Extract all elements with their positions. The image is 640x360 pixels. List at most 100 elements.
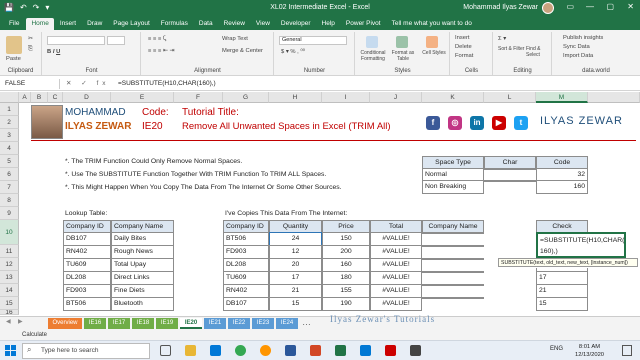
- lookup-cell[interactable]: Daily Bites: [111, 232, 174, 246]
- merge-center-button[interactable]: Merge & Center: [222, 48, 263, 54]
- cell-styles-button[interactable]: Cell Styles: [419, 50, 449, 56]
- copied-cell[interactable]: 155: [322, 284, 370, 298]
- user-name[interactable]: Mohammad Ilyas Zewar: [463, 4, 538, 11]
- paste-icon[interactable]: [6, 36, 22, 54]
- tab-formulas[interactable]: Formulas: [156, 18, 193, 30]
- lookup-cell[interactable]: Total Upay: [111, 258, 174, 272]
- name-box[interactable]: FALSE: [2, 79, 60, 89]
- col-j[interactable]: J: [370, 92, 422, 103]
- copied-cell[interactable]: 150: [322, 232, 370, 246]
- app-icon[interactable]: [410, 345, 421, 356]
- row-11[interactable]: 11: [0, 245, 19, 258]
- row-7[interactable]: 7: [0, 181, 19, 194]
- linkedin-icon[interactable]: in: [470, 116, 484, 130]
- notifications-icon[interactable]: [622, 345, 632, 356]
- firefox-icon[interactable]: [260, 345, 271, 356]
- word-icon[interactable]: [285, 345, 296, 356]
- task-view-icon[interactable]: [160, 345, 171, 356]
- editor-line-2[interactable]: 160),): [540, 246, 622, 257]
- instagram-icon[interactable]: ◎: [448, 116, 462, 130]
- col-i[interactable]: I: [322, 92, 370, 103]
- number-format-box[interactable]: General: [279, 36, 347, 45]
- find-select-button[interactable]: Find & Select: [526, 46, 550, 58]
- copied-cell[interactable]: #VALUE!: [370, 245, 422, 259]
- copied-cell[interactable]: #VALUE!: [370, 258, 422, 272]
- sheet-tab-overview[interactable]: Overview: [48, 318, 82, 329]
- copied-cell-referenced[interactable]: 24: [269, 232, 322, 246]
- tab-review[interactable]: Review: [219, 18, 250, 30]
- language-indicator[interactable]: ENG: [550, 346, 563, 352]
- outlook-icon[interactable]: [360, 345, 371, 356]
- row-4[interactable]: 4: [0, 142, 19, 155]
- tell-me-search[interactable]: Tell me what you want to do: [387, 18, 477, 30]
- copy-icon[interactable]: ⎘: [28, 46, 33, 53]
- tab-power-pivot[interactable]: Power Pivot: [341, 18, 386, 30]
- space-type-cell[interactable]: Non Breaking: [422, 180, 484, 194]
- copied-cell[interactable]: 180: [322, 271, 370, 285]
- col-b[interactable]: B: [31, 92, 48, 103]
- formula-icons[interactable]: ✕ ✓ fx: [66, 79, 110, 89]
- font-name-box[interactable]: [47, 36, 105, 45]
- chrome-icon[interactable]: [235, 345, 246, 356]
- tab-data[interactable]: Data: [194, 18, 218, 30]
- format-button[interactable]: Format: [455, 53, 473, 59]
- col-c[interactable]: C: [48, 92, 63, 103]
- font-size-box[interactable]: [107, 36, 125, 45]
- char-cell[interactable]: [484, 180, 536, 182]
- copied-cell[interactable]: #VALUE!: [370, 284, 422, 298]
- copied-cell[interactable]: 200: [322, 245, 370, 259]
- clock[interactable]: 8:01 AM 12/13/2020: [575, 343, 604, 359]
- file-explorer-icon[interactable]: [185, 345, 196, 356]
- formula-input[interactable]: =SUBSTITUTE(H10,CHAR(160),): [118, 79, 216, 89]
- lookup-cell[interactable]: Fine Diets: [111, 284, 174, 298]
- row-16[interactable]: 16: [0, 310, 19, 315]
- lookup-cell[interactable]: Bluetooth: [111, 297, 174, 311]
- col-k[interactable]: K: [422, 92, 484, 103]
- copied-cell[interactable]: #VALUE!: [370, 297, 422, 311]
- tab-insert[interactable]: Insert: [55, 18, 81, 30]
- paste-button[interactable]: Paste: [6, 56, 21, 62]
- windows-start-icon[interactable]: [5, 345, 16, 356]
- copied-cell[interactable]: DL208: [223, 258, 269, 272]
- taskbar-search[interactable]: Type here to search: [22, 343, 150, 359]
- row-14[interactable]: 14: [0, 284, 19, 297]
- cell-styles-icon[interactable]: [426, 36, 438, 48]
- bold-button[interactable]: B I U: [47, 49, 60, 55]
- sheet-tab-ie19[interactable]: IE19: [156, 318, 178, 329]
- col-d[interactable]: D: [63, 92, 111, 103]
- lookup-cell[interactable]: RN402: [63, 245, 111, 259]
- more-sheets-icon[interactable]: …: [302, 317, 311, 327]
- copied-cell[interactable]: 21: [269, 284, 322, 298]
- row-6[interactable]: 6: [0, 168, 19, 181]
- import-data-button[interactable]: Import Data: [563, 53, 593, 59]
- row-2[interactable]: 2: [0, 116, 19, 129]
- lookup-cell[interactable]: FD903: [63, 284, 111, 298]
- number-format-icons[interactable]: $ ▾ % , ⁰⁰: [281, 49, 305, 55]
- publish-insights-button[interactable]: Publish insights: [563, 35, 603, 41]
- copied-cell[interactable]: 20: [269, 258, 322, 272]
- sheet-tab-ie21[interactable]: IE21: [204, 318, 226, 329]
- minimize-button[interactable]: —: [586, 2, 594, 11]
- format-table-button[interactable]: Format as Table: [388, 50, 418, 62]
- copied-cell[interactable]: 17: [269, 271, 322, 285]
- autosum-icon[interactable]: Σ ▾: [498, 36, 506, 42]
- copied-cell[interactable]: FD903: [223, 245, 269, 259]
- sheet-tab-ie17[interactable]: IE17: [108, 318, 130, 329]
- tab-draw[interactable]: Draw: [82, 18, 107, 30]
- worksheet-grid[interactable]: A B C D E F G H I J K L M 1 2 3 4 5 6 7 …: [0, 92, 640, 315]
- tab-home[interactable]: Home: [26, 18, 54, 30]
- scroll-left-icon[interactable]: ◀: [6, 318, 11, 325]
- copied-cell[interactable]: [422, 232, 484, 234]
- edge-icon[interactable]: [210, 345, 221, 356]
- col-l[interactable]: L: [484, 92, 536, 103]
- function-tooltip[interactable]: SUBSTITUTE(text, old_text, new_text, [in…: [498, 258, 638, 267]
- row-3[interactable]: 3: [0, 129, 19, 142]
- col-m[interactable]: M: [536, 92, 588, 103]
- tab-page-layout[interactable]: Page Layout: [108, 18, 155, 30]
- sort-filter-button[interactable]: Sort & Filter: [498, 46, 524, 52]
- copied-cell[interactable]: #VALUE!: [370, 232, 422, 246]
- ribbon-display-icon[interactable]: ▭: [566, 2, 574, 11]
- check-cell[interactable]: 17: [536, 271, 588, 285]
- col-e[interactable]: E: [111, 92, 174, 103]
- lookup-cell[interactable]: TU609: [63, 258, 111, 272]
